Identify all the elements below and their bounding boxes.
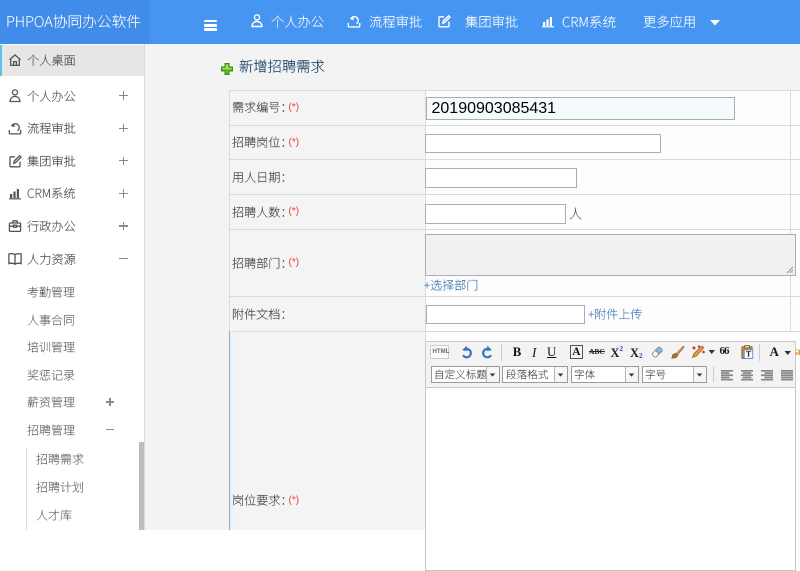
svg-text:T: T	[746, 349, 752, 358]
